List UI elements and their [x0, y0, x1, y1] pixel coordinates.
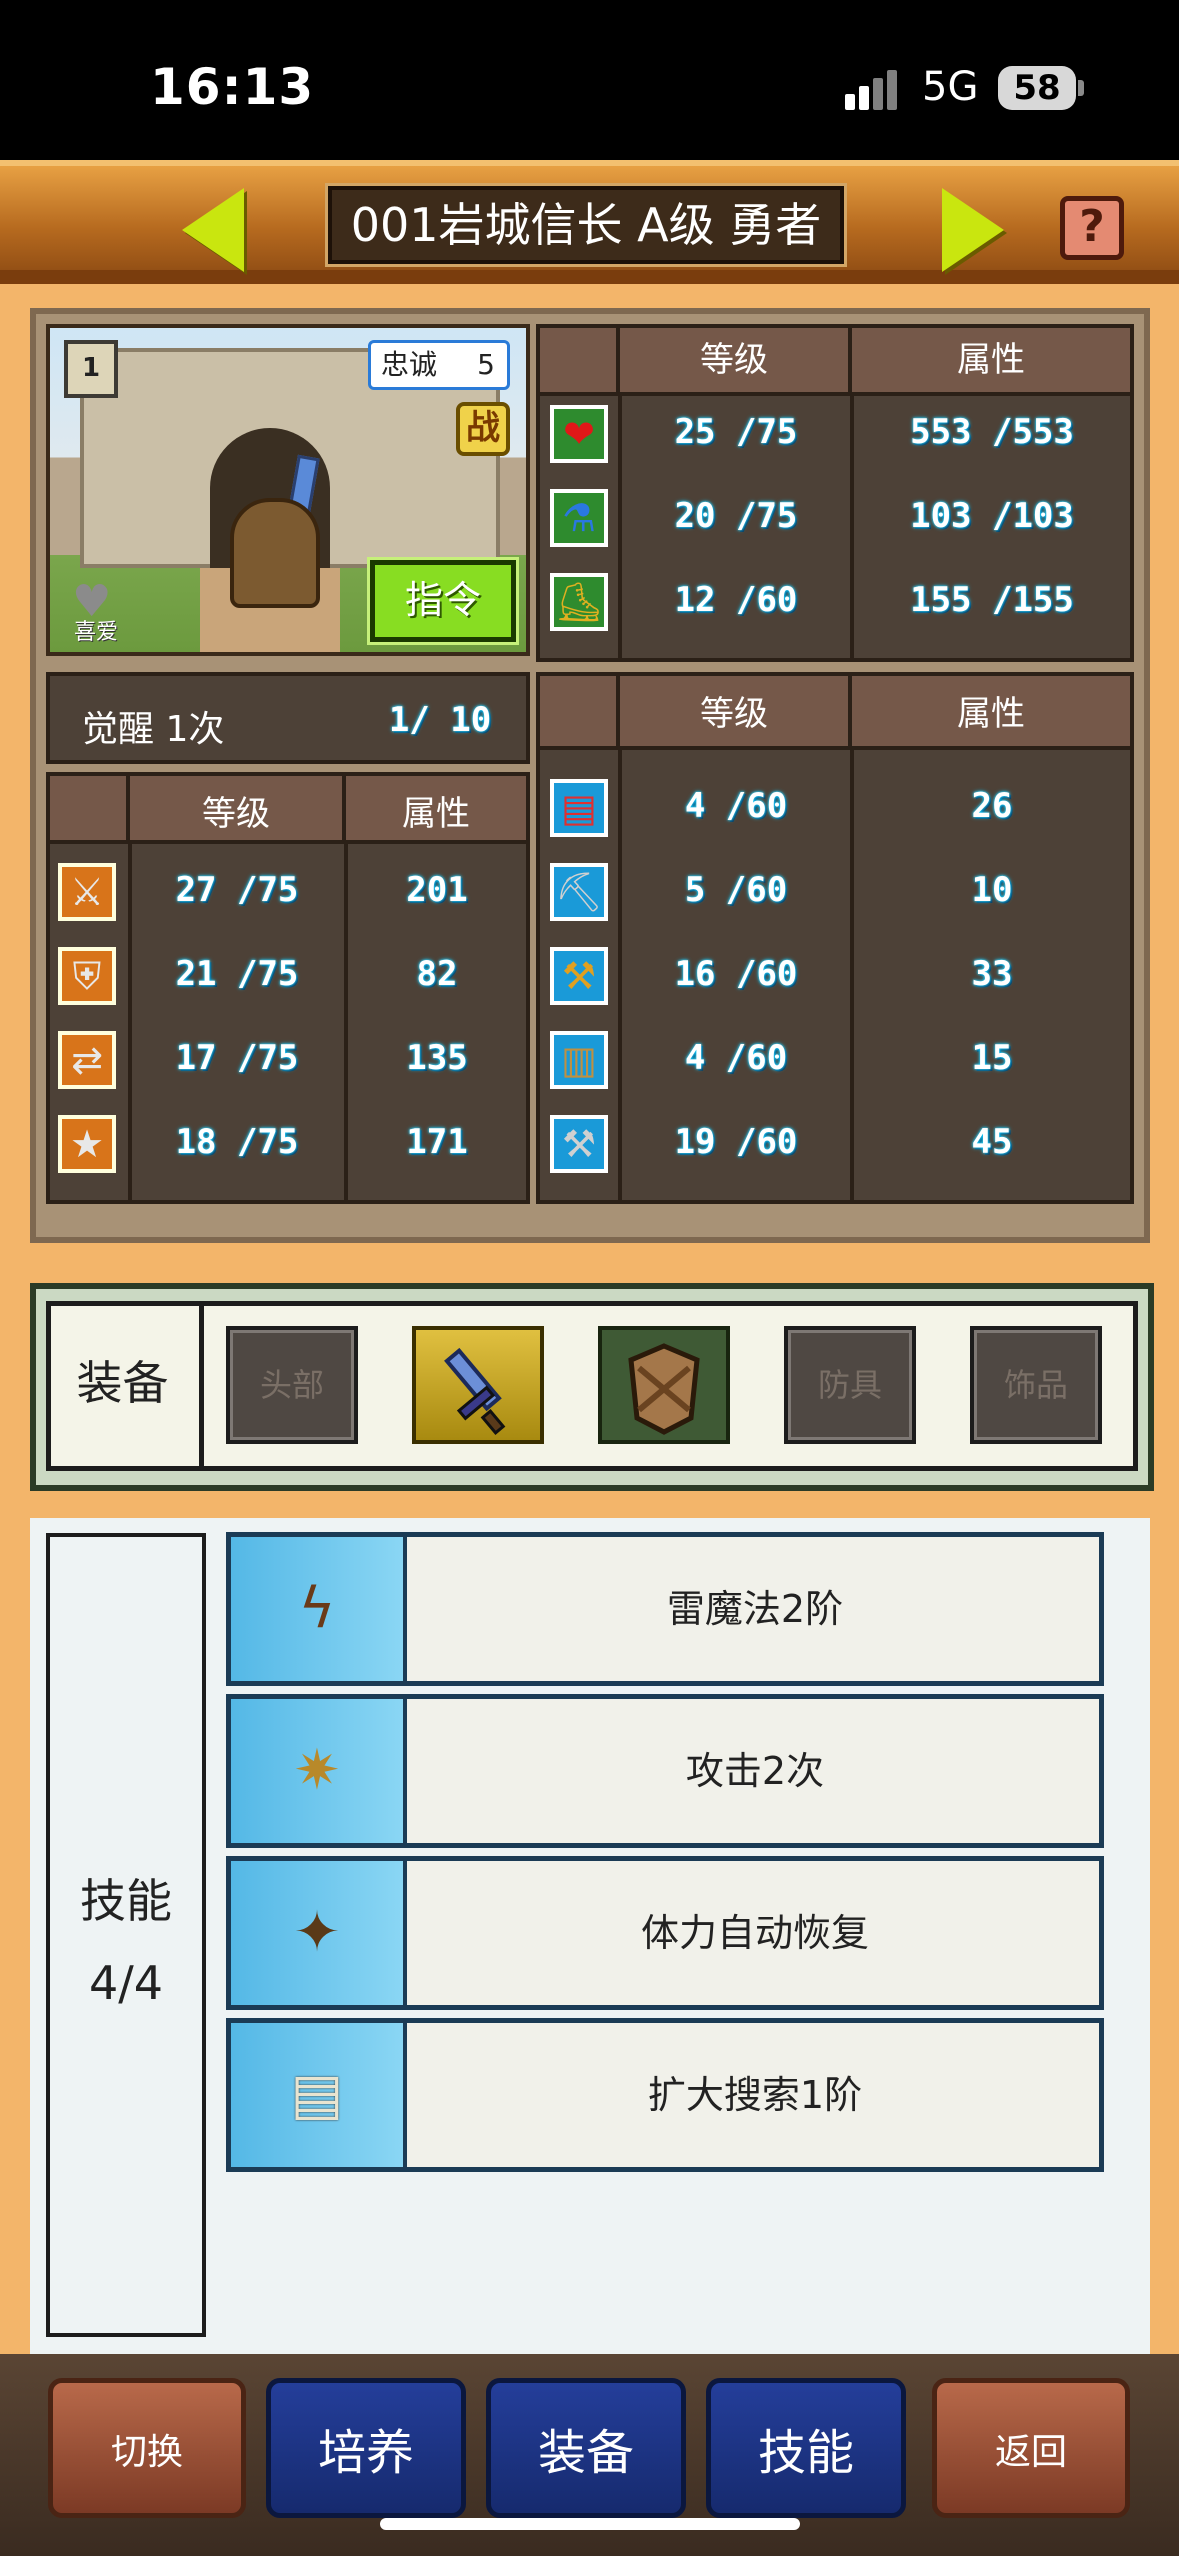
train-button[interactable]: 培养	[266, 2378, 466, 2518]
chest-icon: ▥	[550, 1031, 608, 1089]
battery-tip	[1078, 80, 1084, 96]
skill-name: 体力自动恢复	[640, 1911, 869, 1955]
stat-level: 16 /60	[674, 954, 798, 994]
stat-attr: 103 /103	[910, 496, 1074, 536]
back-button[interactable]: 返回	[932, 2378, 1130, 2518]
healing-staff-icon: ✦	[293, 1900, 341, 1965]
luck-icon: ★	[58, 1115, 116, 1173]
skills-count: 4/4	[88, 1956, 164, 2010]
potion-icon: ⚗	[550, 489, 608, 547]
stat-level: 20 /75	[674, 496, 798, 536]
stat-level: 25 /75	[674, 412, 798, 452]
skills-label: 技能 4/4	[46, 1860, 206, 2024]
stat-level: 27 /75	[175, 870, 299, 910]
equipment-label: 装备	[46, 1301, 204, 1471]
vitals-level-header: 等级	[620, 328, 852, 392]
awaken-label: 觉醒 1次	[82, 709, 225, 750]
header-shadow	[0, 270, 1179, 284]
skill-name: 雷魔法2阶	[666, 1587, 844, 1631]
book-skill-icon: ▤	[550, 779, 608, 837]
skill-item[interactable]: ϟ 雷魔法2阶	[226, 1532, 1104, 1686]
stat-attr: 171	[406, 1122, 468, 1162]
stat-level: 12 /60	[674, 580, 798, 620]
skill-item[interactable]: ▤ 扩大搜索1阶	[226, 2018, 1104, 2172]
loyalty-value: 5	[477, 348, 495, 381]
skill-item[interactable]: ✦ 体力自动恢复	[226, 1856, 1104, 2010]
stat-attr: 82	[416, 954, 458, 994]
sword-icon	[444, 1347, 506, 1435]
stat-attr: 135	[406, 1038, 468, 1078]
stat-level: 4 /60	[684, 786, 788, 826]
boot-icon: ⛸	[550, 573, 608, 631]
help-button[interactable]: ?	[1060, 196, 1124, 260]
like-label: 喜爱	[74, 620, 119, 645]
thunder-staff-icon: ϟ	[298, 1576, 336, 1641]
vitals-icon-header	[540, 328, 620, 392]
stat-level: 18 /75	[175, 1122, 299, 1162]
stat-attr: 201	[406, 870, 468, 910]
work-level-header: 等级	[620, 676, 852, 746]
stat-level: 21 /75	[175, 954, 299, 994]
combat-level-header: 等级	[130, 776, 346, 840]
stat-attr: 10	[971, 870, 1013, 910]
work-attr-header: 属性	[852, 676, 1130, 746]
pickaxe-icon: ⛏	[550, 863, 608, 921]
home-indicator[interactable]	[380, 2518, 800, 2530]
vitals-attr-header: 属性	[852, 328, 1130, 392]
stat-level: 5 /60	[684, 870, 788, 910]
scroll-icon: ▤	[290, 2062, 344, 2127]
skill-button[interactable]: 技能	[706, 2378, 906, 2518]
network-label: 5G	[922, 64, 979, 110]
switch-button[interactable]: 切换	[48, 2378, 246, 2518]
loyalty-label: 忠诚	[381, 348, 438, 381]
shovel-icon: ⚒	[550, 947, 608, 1005]
stat-attr: 26	[971, 786, 1013, 826]
skill-name: 攻击2次	[685, 1749, 825, 1793]
stat-attr: 15	[971, 1038, 1013, 1078]
status-time: 16:13	[150, 58, 315, 116]
prev-hero-arrow-icon[interactable]	[182, 188, 244, 272]
attack-icon: ⚔	[58, 863, 116, 921]
stat-attr: 45	[971, 1122, 1013, 1162]
rank-book-icon: 1	[64, 340, 118, 398]
stat-level: 17 /75	[175, 1038, 299, 1078]
battle-badge[interactable]: 战	[456, 402, 510, 456]
skill-item[interactable]: ✷ 攻击2次	[226, 1694, 1104, 1848]
skill-name: 扩大搜索1阶	[647, 2073, 863, 2117]
hammer-icon: ⚒	[550, 1115, 608, 1173]
equip-button[interactable]: 装备	[486, 2378, 686, 2518]
loyalty-badge: 忠诚 5	[368, 340, 510, 390]
battery-icon: 58	[998, 66, 1076, 110]
wooden-shield-icon	[628, 1343, 700, 1435]
awaken-value: 1/ 10	[388, 700, 492, 740]
stat-attr: 553 /553	[910, 412, 1074, 452]
combat-attr-header: 属性	[346, 776, 526, 840]
hero-title: 001岩城信长 A级 勇者	[325, 183, 847, 267]
equip-slot-shield[interactable]	[598, 1326, 730, 1444]
equip-slot-armor[interactable]: 防具	[784, 1326, 916, 1444]
work-icon-header	[540, 676, 620, 746]
stat-attr: 155 /155	[910, 580, 1074, 620]
double-strike-icon: ✷	[293, 1738, 341, 1803]
equip-slot-weapon[interactable]	[412, 1326, 544, 1444]
skills-title: 技能	[80, 1874, 172, 1928]
next-hero-arrow-icon[interactable]	[942, 188, 1004, 272]
stat-level: 4 /60	[684, 1038, 788, 1078]
equip-slot-accessory[interactable]: 饰品	[970, 1326, 1102, 1444]
agility-icon: ⇄	[58, 1031, 116, 1089]
equip-slot-head[interactable]: 头部	[226, 1326, 358, 1444]
heart-icon: ❤	[550, 405, 608, 463]
combat-icon-header	[50, 776, 130, 840]
hero-sprite	[230, 498, 320, 608]
stat-attr: 33	[971, 954, 1013, 994]
signal-icon	[845, 70, 905, 110]
defense-icon: ⛨	[58, 947, 116, 1005]
stat-level: 19 /60	[674, 1122, 798, 1162]
command-button[interactable]: 指令	[367, 557, 519, 645]
